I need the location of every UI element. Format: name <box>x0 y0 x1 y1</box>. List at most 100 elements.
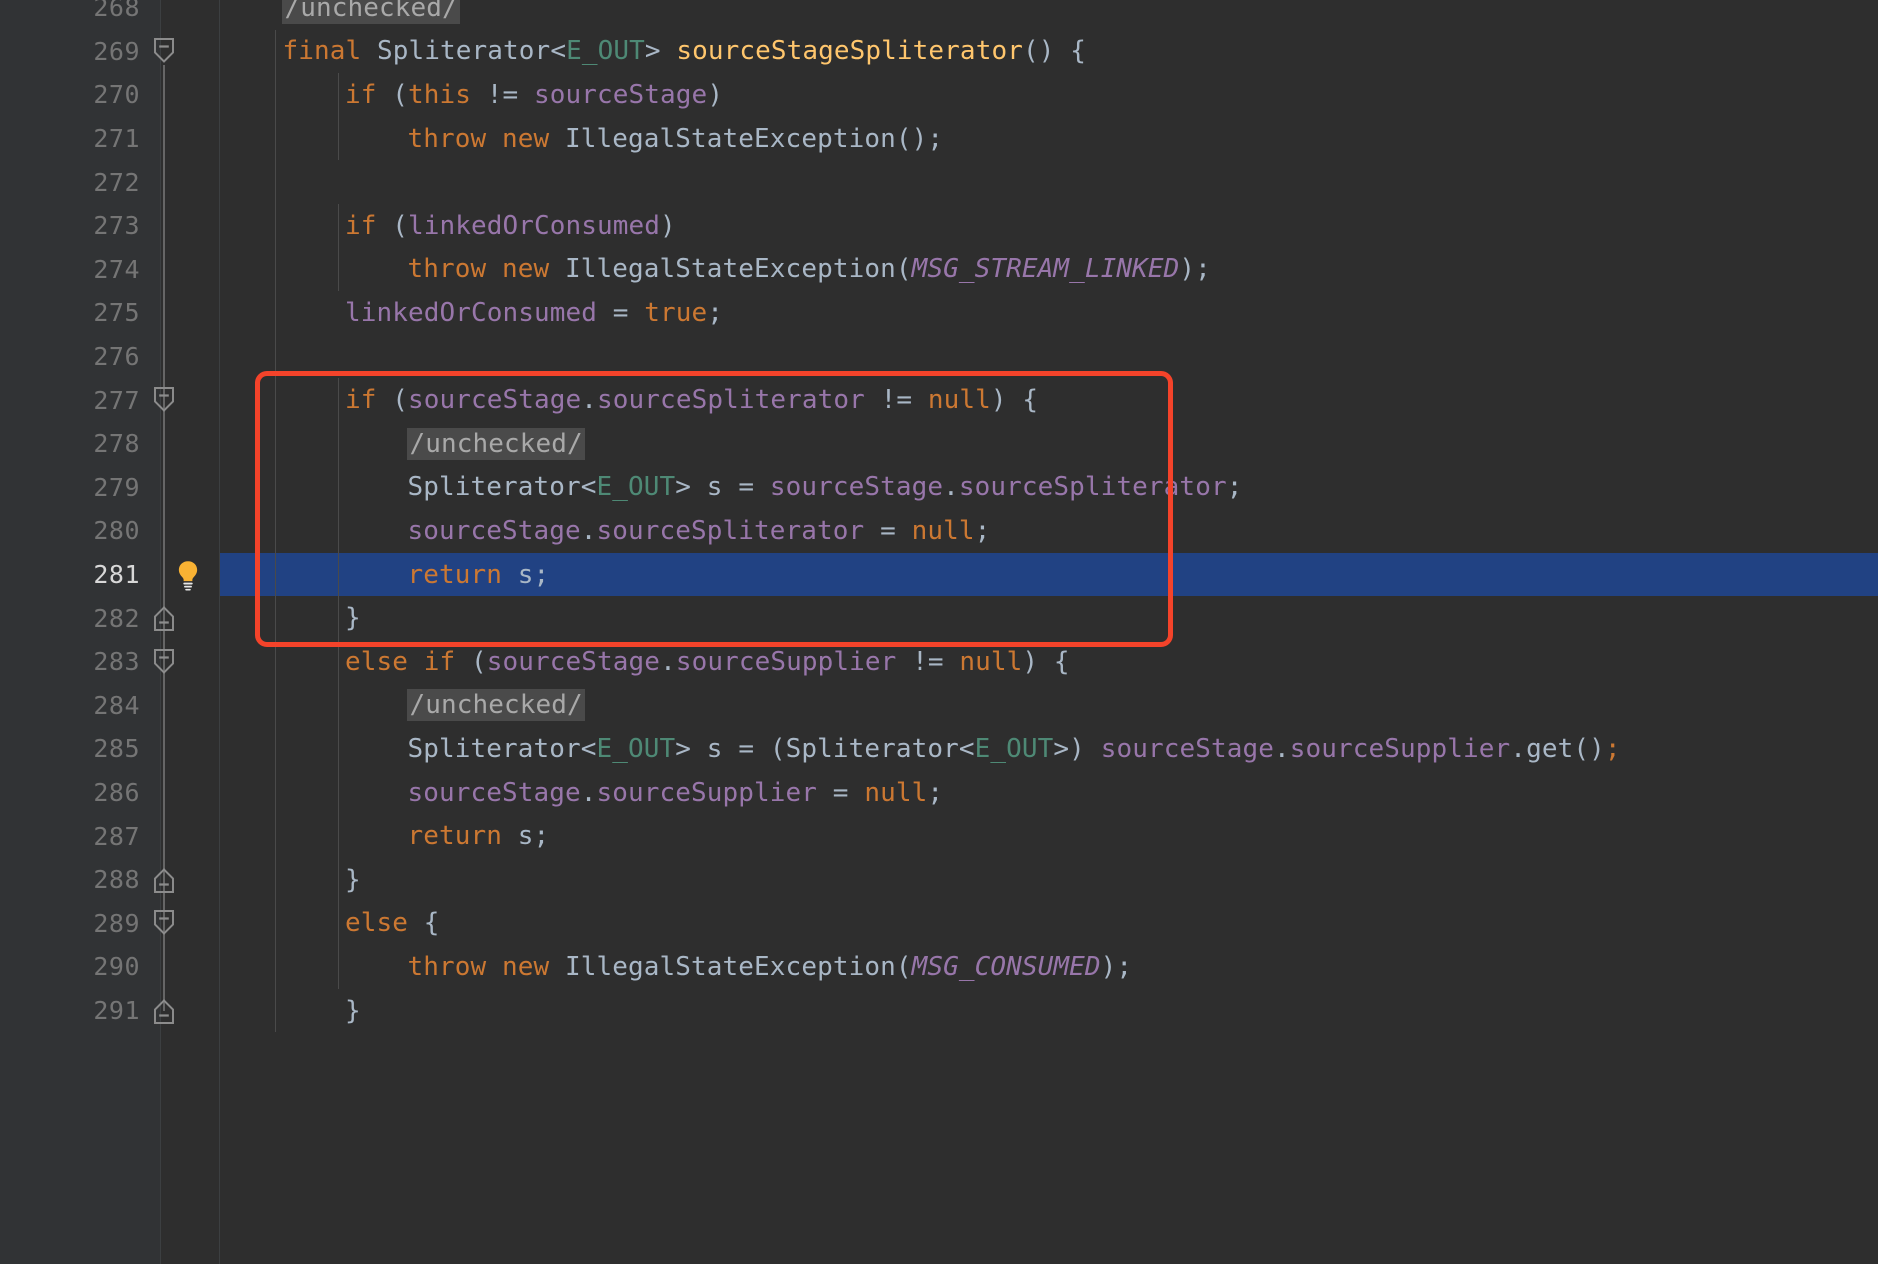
code-text[interactable]: } <box>345 596 361 640</box>
code-line-row[interactable]: 288} <box>0 858 1878 902</box>
line-number[interactable]: 284 <box>0 684 140 728</box>
code-text[interactable]: return s; <box>407 814 549 858</box>
code-text[interactable]: if (sourceStage. sourceSpliterator != nul… <box>345 378 1038 422</box>
code-line-row[interactable]: 280 sourceStage. sourceSpliterator = null; <box>0 509 1878 553</box>
code-token-kw: new <box>501 951 550 982</box>
line-number[interactable]: 287 <box>0 814 140 858</box>
code-token-pun <box>502 560 518 590</box>
line-number[interactable]: 289 <box>0 902 140 946</box>
code-line-row[interactable]: 290 throw new IllegalStateException(MSG_C… <box>0 945 1878 989</box>
line-number[interactable]: 291 <box>0 989 140 1033</box>
line-number[interactable]: 271 <box>0 117 140 161</box>
fold-collapse-icon[interactable] <box>149 908 179 938</box>
code-token-kw: null <box>864 777 928 808</box>
code-token-pun: . <box>580 777 597 808</box>
line-number[interactable]: 272 <box>0 160 140 204</box>
code-token-pun: ( <box>895 254 912 285</box>
code-text[interactable]: return s; <box>407 553 549 597</box>
line-number[interactable]: 274 <box>0 248 140 292</box>
code-text[interactable]: throw new IllegalStateException(MSG_STRE… <box>407 248 1211 292</box>
line-number[interactable]: 275 <box>0 291 140 335</box>
code-text[interactable]: if (linkedOrConsumed) <box>345 204 676 248</box>
code-token-pun: ( <box>376 385 408 416</box>
code-token-gen: E_OUT <box>596 733 676 764</box>
fold-end-icon[interactable] <box>149 603 179 633</box>
code-token-hl: /unchecked/ <box>407 689 585 722</box>
code-token-pun: ( <box>376 210 408 241</box>
lightbulb-icon[interactable] <box>171 558 205 592</box>
line-number[interactable]: 285 <box>0 727 140 771</box>
code-token-pun: () { <box>1022 36 1086 67</box>
code-token-pun <box>486 124 502 154</box>
code-text[interactable]: Spliterator < E_OUT > s = sourceStage. sourc… <box>407 466 1242 510</box>
code-token-cls: IllegalStateException <box>565 123 896 154</box>
code-line-row[interactable]: 281 return s; <box>0 552 1878 597</box>
code-line-row[interactable]: 283 else if (sourceStage. sourceSupplier !… <box>0 640 1878 684</box>
code-line-row[interactable]: 284/unchecked/ <box>0 684 1878 728</box>
code-line-row[interactable]: 289 else { <box>0 902 1878 946</box>
code-line-row[interactable]: 272 <box>0 160 1878 204</box>
line-number[interactable]: 279 <box>0 466 140 510</box>
line-number[interactable]: 270 <box>0 73 140 117</box>
line-number[interactable]: 283 <box>0 640 140 684</box>
code-line-row[interactable]: 273 if (linkedOrConsumed) <box>0 204 1878 248</box>
code-editor[interactable]: 268/unchecked/269 final Spliterator < E_OUT… <box>0 0 1878 1264</box>
fold-collapse-icon[interactable] <box>149 385 179 415</box>
indent-guide-line <box>337 378 339 640</box>
code-text[interactable]: } <box>345 989 361 1033</box>
fold-collapse-icon[interactable] <box>149 36 179 66</box>
code-text[interactable]: if (this != sourceStage) <box>345 73 723 117</box>
code-text[interactable]: } <box>345 858 361 902</box>
code-line-row[interactable]: 278/unchecked/ <box>0 422 1878 466</box>
code-line-row[interactable]: 271 throw new IllegalStateException (); <box>0 117 1878 161</box>
line-number[interactable]: 290 <box>0 945 140 989</box>
code-line-row[interactable]: 286 sourceStage. sourceSupplier = null; <box>0 771 1878 815</box>
code-line-row[interactable]: 275 linkedOrConsumed = true; <box>0 291 1878 335</box>
line-number[interactable]: 288 <box>0 858 140 902</box>
line-number[interactable]: 273 <box>0 204 140 248</box>
code-token-pun: . <box>1510 733 1527 764</box>
line-number[interactable]: 282 <box>0 596 140 640</box>
code-token-pun: ; <box>533 559 550 590</box>
code-line-row[interactable]: 287 return s; <box>0 814 1878 858</box>
fold-end-icon[interactable] <box>149 996 179 1026</box>
code-text[interactable]: else { <box>345 902 440 946</box>
code-token-cls: s <box>706 472 723 503</box>
line-number[interactable]: 281 <box>0 553 140 597</box>
code-text[interactable]: /unchecked/ <box>282 0 460 30</box>
code-line-row[interactable]: 268/unchecked/ <box>0 0 1878 30</box>
code-text[interactable]: final Spliterator < E_OUT > sourceStageSpli… <box>282 30 1086 74</box>
line-number[interactable]: 277 <box>0 378 140 422</box>
fold-collapse-icon[interactable] <box>149 647 179 677</box>
code-text[interactable]: throw new IllegalStateException (); <box>407 117 943 161</box>
code-text[interactable]: /unchecked/ <box>407 684 585 728</box>
code-text[interactable]: /unchecked/ <box>407 422 585 466</box>
code-text[interactable]: else if (sourceStage. sourceSupplier != n… <box>345 640 1070 684</box>
code-line-row[interactable]: 285 Spliterator < E_OUT > s = (Spliterator < E… <box>0 727 1878 771</box>
line-number[interactable]: 278 <box>0 422 140 466</box>
code-text[interactable]: throw new IllegalStateException(MSG_CONS… <box>407 945 1132 989</box>
code-line-row[interactable]: 276 <box>0 335 1878 379</box>
code-text[interactable]: linkedOrConsumed = true; <box>345 291 723 335</box>
fold-end-icon[interactable] <box>149 865 179 895</box>
line-number[interactable]: 268 <box>0 0 140 30</box>
code-token-pun: > <box>675 733 707 764</box>
code-text[interactable]: sourceStage. sourceSpliterator = null; <box>407 509 990 553</box>
code-token-pun: ; <box>1226 472 1243 503</box>
code-line-row[interactable]: 274 throw new IllegalStateException(MSG_S… <box>0 248 1878 292</box>
code-line-row[interactable]: 282} <box>0 596 1878 640</box>
line-number[interactable]: 280 <box>0 509 140 553</box>
code-line-row[interactable]: 277 if (sourceStage. sourceSpliterator != … <box>0 378 1878 422</box>
code-text[interactable]: Spliterator < E_OUT > s = (Spliterator < E_OU… <box>407 727 1620 771</box>
code-token-pun: = <box>722 472 770 503</box>
code-token-pun: ; <box>707 297 724 328</box>
code-token-gen: E_OUT <box>596 472 676 503</box>
line-number[interactable]: 269 <box>0 30 140 74</box>
code-text[interactable]: sourceStage. sourceSupplier = null; <box>407 771 943 815</box>
line-number[interactable]: 276 <box>0 335 140 379</box>
line-number[interactable]: 286 <box>0 771 140 815</box>
code-line-row[interactable]: 291} <box>0 989 1878 1033</box>
code-line-row[interactable]: 270 if (this != sourceStage) <box>0 73 1878 117</box>
code-line-row[interactable]: 279 Spliterator < E_OUT > s = sourceStage. so… <box>0 466 1878 510</box>
code-line-row[interactable]: 269 final Spliterator < E_OUT > sourceStageS… <box>0 30 1878 74</box>
